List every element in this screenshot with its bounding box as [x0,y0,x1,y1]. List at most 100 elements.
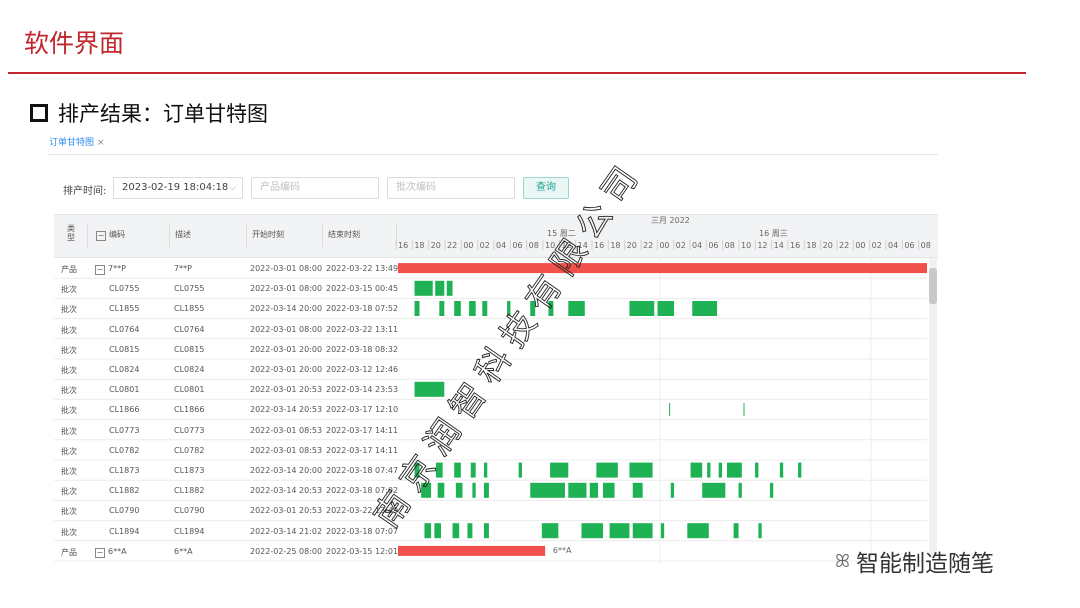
batch-bar [632,523,653,539]
batch-bar [798,462,802,478]
hour-tick-label: 22 [447,241,457,250]
hour-tick-label: 22 [643,241,653,250]
batch-bar [629,462,653,478]
batch-bar [707,462,711,478]
batch-bar [424,523,432,539]
batch-bar [435,280,445,296]
batch-bar [550,462,569,478]
hour-tick-label: 14 [774,241,784,250]
batch-bar [452,523,460,539]
batch-bar [437,482,445,498]
wechat-icon: ꕤ [835,550,850,572]
batch-bar [660,523,665,539]
hour-tick-label: 12 [561,241,571,250]
hour-tick-label: 04 [496,241,506,250]
hour-tick-label: 20 [823,241,833,250]
batch-bar [687,523,709,539]
section-title: 排产结果：订单甘特图 [58,102,268,126]
batch-bar [669,403,671,416]
batch-bar [629,301,655,316]
batch-bar [609,523,630,539]
hour-tick-label: 16 [790,241,800,250]
hour-tick-label: 06 [904,241,914,250]
batch-bar [421,482,432,498]
batch-bar [541,523,559,539]
batch-bar [758,523,762,539]
batch-bar [568,301,585,316]
batch-bar [507,301,511,316]
hour-tick-label: 00 [659,241,669,250]
hour-tick-label: 00 [855,241,865,250]
batch-bar [602,482,615,498]
hour-tick-label: 18 [806,241,816,250]
product-bar [398,263,927,274]
section-heading: 排产结果：订单甘特图 [30,98,268,128]
hour-tick-label: 16 [594,241,604,250]
batch-bar [769,482,774,498]
batch-bar [738,482,742,498]
batch-bar [589,482,599,498]
batch-bar [454,301,461,316]
hour-tick-label: 02 [676,241,686,250]
hour-tick-label: 08 [921,241,931,250]
product-bar [398,545,546,556]
hour-tick-label: 08 [529,241,539,250]
hour-tick-label: 08 [725,241,735,250]
batch-bar [548,301,554,316]
batch-bar [414,280,433,296]
batch-bar [483,523,489,539]
brand-text: 智能制造随笔 [855,551,994,577]
hour-tick-label: 10 [545,241,555,250]
gantt-app-window: 订单甘特图 × 排产时间: 2023-02-19 18:04:18 ⌵ 产品编码 … [47,128,946,568]
batch-bar [467,523,473,539]
batch-bar [470,462,476,478]
hour-tick-label: 20 [627,241,637,250]
hour-tick-label: 04 [692,241,702,250]
batch-bar [482,301,488,316]
gantt-chart: 16 18 20 22 00 02 04 06 08 10 12 14 16 18 20 22 00 02 04 06… [54,216,931,565]
batch-bar [436,462,443,478]
batch-bar [414,301,420,316]
batch-bar [472,482,476,498]
hour-tick-label: 16 [398,241,408,250]
hour-tick-label: 02 [872,241,882,250]
timeline-day-label: 16 周三 [759,229,788,238]
batch-bar [692,301,718,316]
square-bullet-icon [30,104,48,122]
batch-bar [581,523,603,539]
bar-label: 6**A [553,546,572,555]
batch-bar [518,462,522,478]
batch-bar [414,462,420,478]
hour-tick-label: 18 [414,241,424,250]
batch-bar [568,482,587,498]
batch-bar [414,381,445,397]
hour-tick-label: 22 [839,241,849,250]
batch-bar [726,462,742,478]
hour-tick-label: 14 [578,241,588,250]
batch-bar [657,301,675,316]
batch-bar [434,523,441,539]
scrollbar-thumb[interactable] [929,268,937,304]
timeline-day-label: 15 周二 [547,229,576,238]
hour-tick-label: 12 [757,241,767,250]
batch-bar [596,462,618,478]
batch-bar [690,462,703,478]
batch-bar [755,462,759,478]
batch-bar [733,523,739,539]
batch-bar [670,482,675,498]
timeline-month-label: 三月 2022 [651,216,690,225]
batch-bar [530,482,565,498]
hour-tick-label: 18 [610,241,620,250]
batch-bar [702,482,726,498]
hour-tick-label: 04 [888,241,898,250]
batch-bar [439,301,445,316]
batch-bar [743,403,745,416]
slide-title: 软件界面 [24,29,125,58]
title-divider [8,72,1026,74]
batch-bar [718,462,723,478]
batch-bar [454,462,461,478]
batch-bar [483,482,489,498]
batch-bar [779,462,784,478]
hour-tick-label: 20 [431,241,441,250]
hour-tick-label: 02 [480,241,490,250]
